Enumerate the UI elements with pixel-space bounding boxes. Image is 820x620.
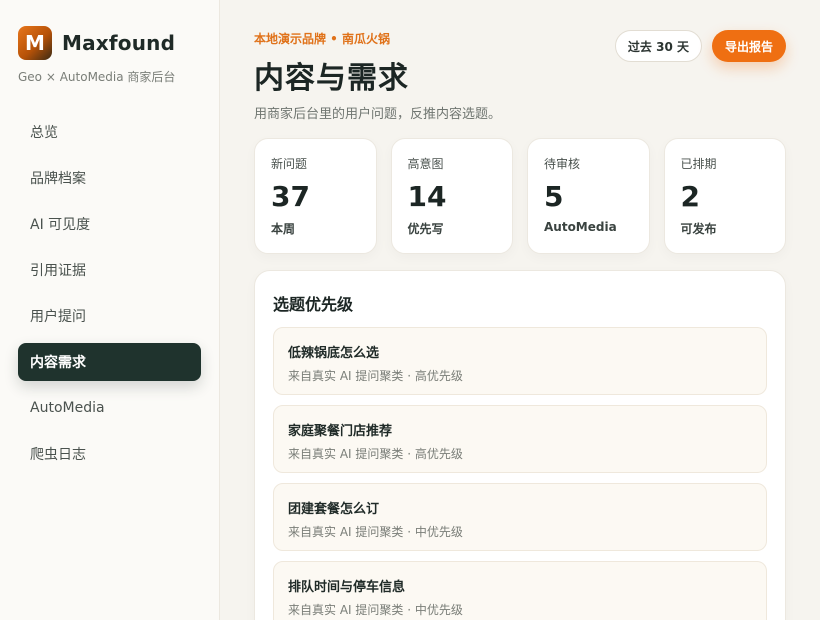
- sidebar-item-crawler-log[interactable]: 爬虫日志: [18, 435, 201, 473]
- topic-title: 团建套餐怎么订: [288, 502, 380, 517]
- stat-note: 优先写: [407, 222, 444, 236]
- header-actions: 过去 30 天 导出报告: [614, 30, 786, 62]
- list-item[interactable]: 团建套餐怎么订 来自真实 AI 提问聚类 · 中优先级: [273, 483, 767, 551]
- topic-meta: 来自真实 AI 提问聚类 · 高优先级: [288, 369, 463, 383]
- sidebar-item-user-questions[interactable]: 用户提问: [18, 297, 201, 335]
- topic-meta: 来自真实 AI 提问聚类 · 中优先级: [288, 525, 463, 539]
- stat-label: 高意图: [407, 157, 444, 171]
- page-subtitle: 用商家后台里的用户问题，反推内容选题。: [254, 107, 502, 122]
- stat-note: AutoMedia: [544, 220, 617, 234]
- export-report-button[interactable]: 导出报告: [711, 30, 786, 62]
- brand[interactable]: M Maxfound: [18, 26, 201, 60]
- stats-row: 新问题 37 本周 高意图 14 优先写 待审核 5 AutoMedia 已排期…: [254, 138, 786, 254]
- stat-note: 本周: [271, 222, 296, 236]
- stat-value: 5: [544, 180, 564, 213]
- brand-name: Maxfound: [62, 31, 176, 55]
- topic-meta: 来自真实 AI 提问聚类 · 高优先级: [288, 447, 463, 461]
- list-item[interactable]: 家庭聚餐门店推荐 来自真实 AI 提问聚类 · 高优先级: [273, 405, 767, 473]
- stat-card-new-questions: 新问题 37 本周: [254, 138, 377, 254]
- stat-value: 37: [271, 180, 310, 213]
- sidebar-item-citation-evidence[interactable]: 引用证据: [18, 251, 201, 289]
- sidebar-item-automedia[interactable]: AutoMedia: [18, 389, 201, 427]
- sidebar-item-overview[interactable]: 总览: [18, 113, 201, 151]
- stat-note: 可发布: [680, 222, 717, 236]
- topic-title: 低辣锅底怎么选: [288, 346, 380, 361]
- sidebar: M Maxfound Geo × AutoMedia 商家后台 总览 品牌档案 …: [0, 0, 220, 620]
- sidebar-item-ai-visibility[interactable]: AI 可见度: [18, 205, 201, 243]
- stat-label: 新问题: [271, 157, 308, 171]
- stat-label: 已排期: [680, 157, 717, 171]
- topic-title: 排队时间与停车信息: [288, 580, 406, 595]
- date-range-button[interactable]: 过去 30 天: [614, 30, 702, 62]
- list-item[interactable]: 低辣锅底怎么选 来自真实 AI 提问聚类 · 高优先级: [273, 327, 767, 395]
- list-item[interactable]: 排队时间与停车信息 来自真实 AI 提问聚类 · 中优先级: [273, 561, 767, 620]
- topic-meta: 来自真实 AI 提问聚类 · 中优先级: [288, 603, 463, 617]
- sidebar-nav: 总览 品牌档案 AI 可见度 引用证据 用户提问 内容需求 AutoMedia …: [18, 113, 201, 473]
- stat-label: 待审核: [544, 157, 581, 171]
- stat-value: 2: [680, 180, 700, 213]
- sidebar-item-content-demand[interactable]: 内容需求: [18, 343, 201, 381]
- topic-title: 家庭聚餐门店推荐: [288, 424, 393, 439]
- brand-logo-icon: M: [18, 26, 52, 60]
- stat-value: 14: [407, 180, 447, 213]
- panel-title: 选题优先级: [273, 295, 354, 314]
- topic-list: 低辣锅底怎么选 来自真实 AI 提问聚类 · 高优先级 家庭聚餐门店推荐 来自真…: [273, 327, 767, 620]
- main-content: 本地演示品牌 • 南瓜火锅 内容与需求 用商家后台里的用户问题，反推内容选题。 …: [220, 0, 820, 620]
- sidebar-item-brand-profile[interactable]: 品牌档案: [18, 159, 201, 197]
- app-root: M Maxfound Geo × AutoMedia 商家后台 总览 品牌档案 …: [0, 0, 820, 620]
- topic-priority-panel: 选题优先级 低辣锅底怎么选 来自真实 AI 提问聚类 · 高优先级 家庭聚餐门店…: [254, 270, 786, 620]
- stat-card-pending-review: 待审核 5 AutoMedia: [527, 138, 650, 254]
- stat-card-scheduled: 已排期 2 可发布: [663, 138, 786, 254]
- brand-subtitle: Geo × AutoMedia 商家后台: [18, 70, 176, 84]
- stat-card-high-intent: 高意图 14 优先写: [390, 138, 513, 254]
